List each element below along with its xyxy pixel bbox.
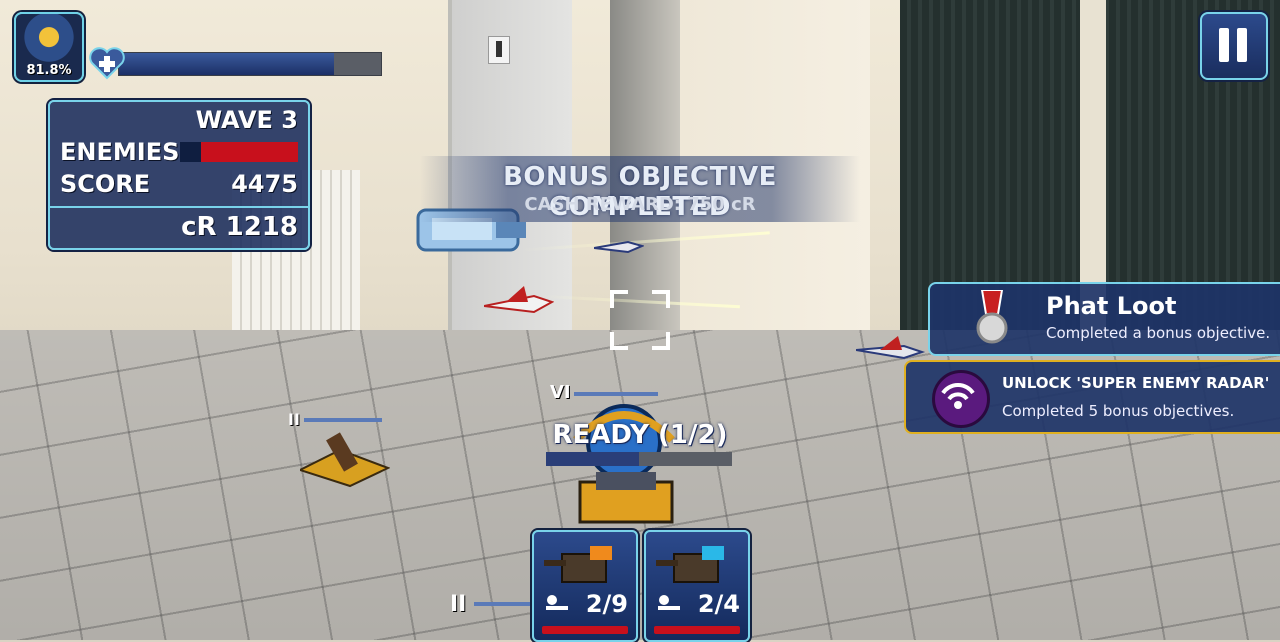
enemies-remaining-fill bbox=[201, 142, 298, 162]
avatar-percent: 81.8% bbox=[26, 63, 72, 78]
left-turret-level: II bbox=[288, 410, 300, 429]
unit-icon bbox=[658, 595, 680, 610]
credits-value: cR 1218 bbox=[181, 212, 298, 242]
allied-turret[interactable] bbox=[300, 420, 390, 490]
turret-card-2[interactable]: 2/4 bbox=[644, 530, 750, 642]
health-bar bbox=[118, 52, 382, 76]
tower-ready-label: READY (1/2) bbox=[552, 420, 728, 450]
pause-icon bbox=[1237, 28, 1247, 62]
pause-icon bbox=[1219, 28, 1229, 62]
unit-icon bbox=[546, 595, 568, 610]
score-value: 4475 bbox=[231, 170, 298, 198]
radar-icon bbox=[932, 370, 990, 428]
unlock-toast[interactable]: UNLOCK 'SUPER ENEMY RADAR' Completed 5 b… bbox=[904, 360, 1280, 434]
bottom-turret-level-bar bbox=[474, 602, 534, 606]
player-avatar[interactable]: 81.8% bbox=[14, 12, 84, 82]
enemy-jet bbox=[484, 286, 554, 314]
credits-bar: cR 1218 bbox=[50, 206, 308, 246]
achievement-toast[interactable]: Phat Loot Completed a bonus objective. bbox=[928, 282, 1280, 356]
bottom-turret-level: II bbox=[450, 592, 467, 617]
window-frame bbox=[1080, 0, 1106, 330]
tower-level: VI bbox=[550, 382, 571, 403]
bonus-objective-banner: BONUS OBJECTIVE COMPLETED CASH REWARD: 7… bbox=[420, 156, 860, 222]
achievement-title: Phat Loot bbox=[1046, 292, 1177, 320]
wave-stats-panel: WAVE 3 ENEMIES SCORE 4475 cR 1218 bbox=[48, 100, 310, 250]
unlock-description: Completed 5 bonus objectives. bbox=[1002, 402, 1235, 420]
turret-card-count: 2/4 bbox=[697, 590, 740, 618]
turret-card-bar bbox=[654, 626, 740, 634]
turret-card-bar bbox=[542, 626, 628, 634]
turret-card-1[interactable]: 2/9 bbox=[532, 530, 638, 642]
enemy-jet bbox=[594, 240, 644, 254]
turret-icon bbox=[656, 546, 724, 583]
restroom-sign bbox=[488, 36, 510, 64]
wave-label: WAVE 3 bbox=[195, 106, 298, 134]
left-turret-level-bar bbox=[304, 418, 382, 422]
heart-plus-icon bbox=[89, 47, 125, 80]
turret-card-count: 2/9 bbox=[585, 590, 628, 618]
health-bar-fill bbox=[119, 53, 334, 75]
unlock-title: UNLOCK 'SUPER ENEMY RADAR' bbox=[1002, 374, 1270, 392]
tower-ready-bar bbox=[546, 452, 732, 466]
turret-icon bbox=[544, 546, 612, 583]
crosshair-icon bbox=[610, 290, 670, 350]
pause-button[interactable] bbox=[1200, 12, 1268, 80]
tower-ready-fill bbox=[546, 452, 639, 466]
tower-level-bar bbox=[574, 392, 658, 396]
bonus-subtitle: CASH REWARD: 750 cR bbox=[524, 194, 756, 215]
achievement-description: Completed a bonus objective. bbox=[1046, 324, 1271, 342]
enemies-remaining-bar bbox=[180, 142, 298, 162]
medal-icon bbox=[976, 290, 1008, 344]
